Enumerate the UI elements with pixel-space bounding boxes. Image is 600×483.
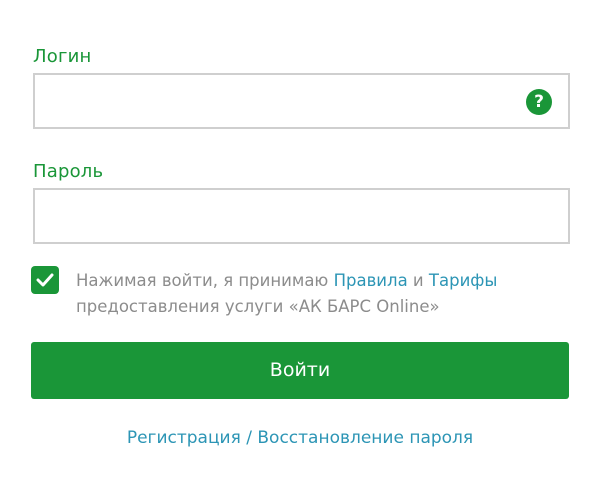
agreement-text: Нажимая войти, я принимаю Правила и Тари… (76, 268, 576, 320)
tariffs-link[interactable]: Тарифы (429, 271, 498, 290)
agreement-checkbox[interactable] (31, 266, 59, 294)
login-field-container: ? (33, 73, 570, 129)
password-input[interactable] (35, 190, 568, 242)
login-form: Логин ? Пароль Нажимая войти, я принимаю… (0, 0, 600, 483)
rules-link[interactable]: Правила (334, 271, 408, 290)
links-separator: / (240, 428, 258, 448)
password-field-container (33, 188, 570, 244)
agreement-conjunction: и (407, 271, 429, 290)
agreement-text-before: Нажимая войти, я принимаю (76, 271, 334, 290)
checkmark-icon (36, 273, 54, 287)
login-input[interactable] (35, 75, 568, 127)
help-icon[interactable]: ? (526, 89, 552, 115)
account-links: Регистрация / Восстановление пароля (0, 428, 600, 448)
agreement-text-after: предоставления услуги «АК БАРС Online» (76, 297, 440, 316)
restore-password-link[interactable]: Восстановление пароля (257, 428, 473, 448)
password-label: Пароль (33, 161, 104, 182)
login-label: Логин (33, 46, 92, 67)
login-button[interactable]: Войти (31, 342, 569, 399)
register-link[interactable]: Регистрация (127, 428, 241, 448)
